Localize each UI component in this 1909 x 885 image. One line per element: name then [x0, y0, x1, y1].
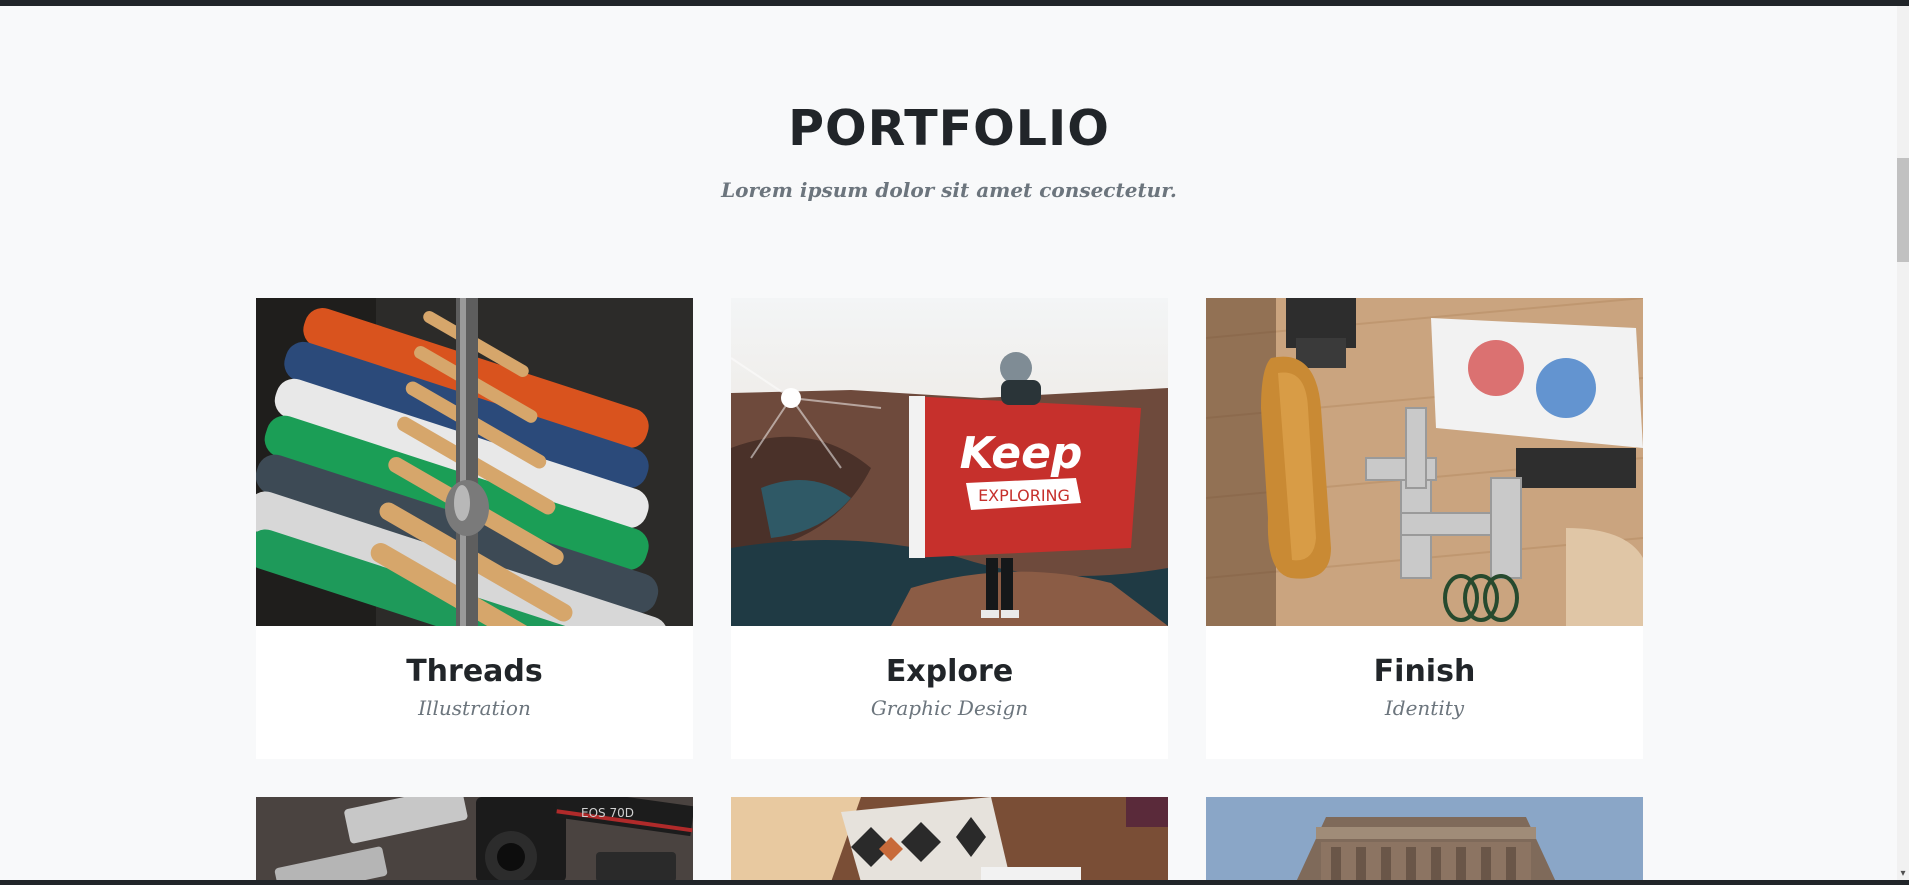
portfolio-image-finish[interactable] [1206, 298, 1643, 626]
portfolio-image-threads[interactable] [256, 298, 693, 626]
scroll-down-arrow-icon[interactable]: ▾ [1897, 868, 1909, 880]
portfolio-title: Explore [885, 654, 1014, 689]
portfolio-title: Finish [1373, 654, 1476, 689]
bottom-bar [0, 880, 1909, 885]
portfolio-item-finish[interactable]: Finish Identity [1206, 298, 1643, 759]
portfolio-title: Threads [406, 654, 543, 689]
scrollbar-track[interactable] [1897, 6, 1909, 880]
page: PORTFOLIO Lorem ipsum dolor sit amet con… [0, 0, 1909, 885]
portfolio-item-camera[interactable]: EOS 70D [256, 797, 693, 882]
top-bar [0, 0, 1909, 6]
portfolio-item-arch[interactable] [1206, 797, 1643, 882]
portfolio-image-explore[interactable]: Keep EXPLORING [731, 298, 1168, 626]
portfolio-category: Illustration [418, 696, 531, 720]
flag-exploring-text: EXPLORING [978, 486, 1070, 505]
portfolio-item-explore[interactable]: Keep EXPLORING Explore Graphic Design [731, 298, 1168, 759]
scrollbar-thumb[interactable] [1897, 158, 1909, 262]
section-subheading: Lorem ipsum dolor sit amet consectetur. [721, 178, 1177, 202]
portfolio-item-rug[interactable] [731, 797, 1168, 882]
portfolio-category: Graphic Design [870, 696, 1029, 720]
portfolio-item-threads[interactable]: Threads Illustration [256, 298, 693, 759]
flag-keep-text: Keep [960, 428, 1083, 479]
section-heading: PORTFOLIO [788, 100, 1110, 157]
camera-strap-text: EOS 70D [581, 806, 634, 820]
portfolio-category: Identity [1384, 696, 1465, 720]
